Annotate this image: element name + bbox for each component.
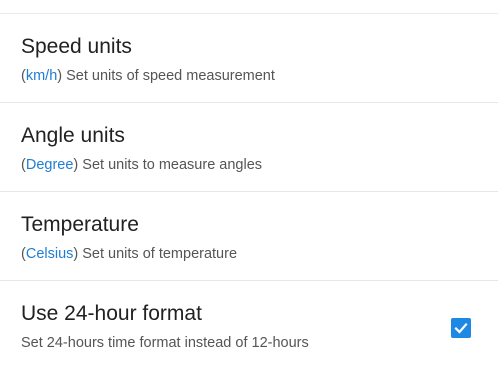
setting-description: Set units of speed measurement [62, 68, 275, 84]
setting-summary: (Celsius) Set units of temperature [21, 246, 237, 262]
setting-value: km/h [25, 68, 58, 84]
24-hour-checkbox[interactable] [451, 318, 471, 338]
setting-title: Use 24-hour format [21, 302, 202, 325]
setting-value: Degree [25, 157, 74, 173]
setting-description: Set units to measure angles [78, 157, 263, 173]
setting-summary: (km/h) Set units of speed measurement [21, 68, 275, 84]
setting-description: Set 24-hours time format instead of 12-h… [21, 335, 309, 351]
setting-title: Angle units [21, 124, 125, 147]
check-icon [454, 322, 468, 334]
settings-list: Speed units (km/h) Set units of speed me… [0, 14, 498, 363]
setting-summary: (Degree) Set units to measure angles [21, 157, 262, 173]
setting-angle-units[interactable]: Angle units (Degree) Set units to measur… [0, 103, 498, 192]
setting-title: Temperature [21, 213, 139, 236]
top-divider-strip [0, 0, 498, 14]
setting-temperature[interactable]: Temperature (Celsius) Set units of tempe… [0, 192, 498, 281]
setting-value: Celsius [25, 246, 74, 262]
setting-speed-units[interactable]: Speed units (km/h) Set units of speed me… [0, 14, 498, 103]
setting-title: Speed units [21, 35, 132, 58]
setting-24-hour-format[interactable]: Use 24-hour format Set 24-hours time for… [0, 281, 498, 363]
setting-description: Set units of temperature [78, 246, 238, 262]
